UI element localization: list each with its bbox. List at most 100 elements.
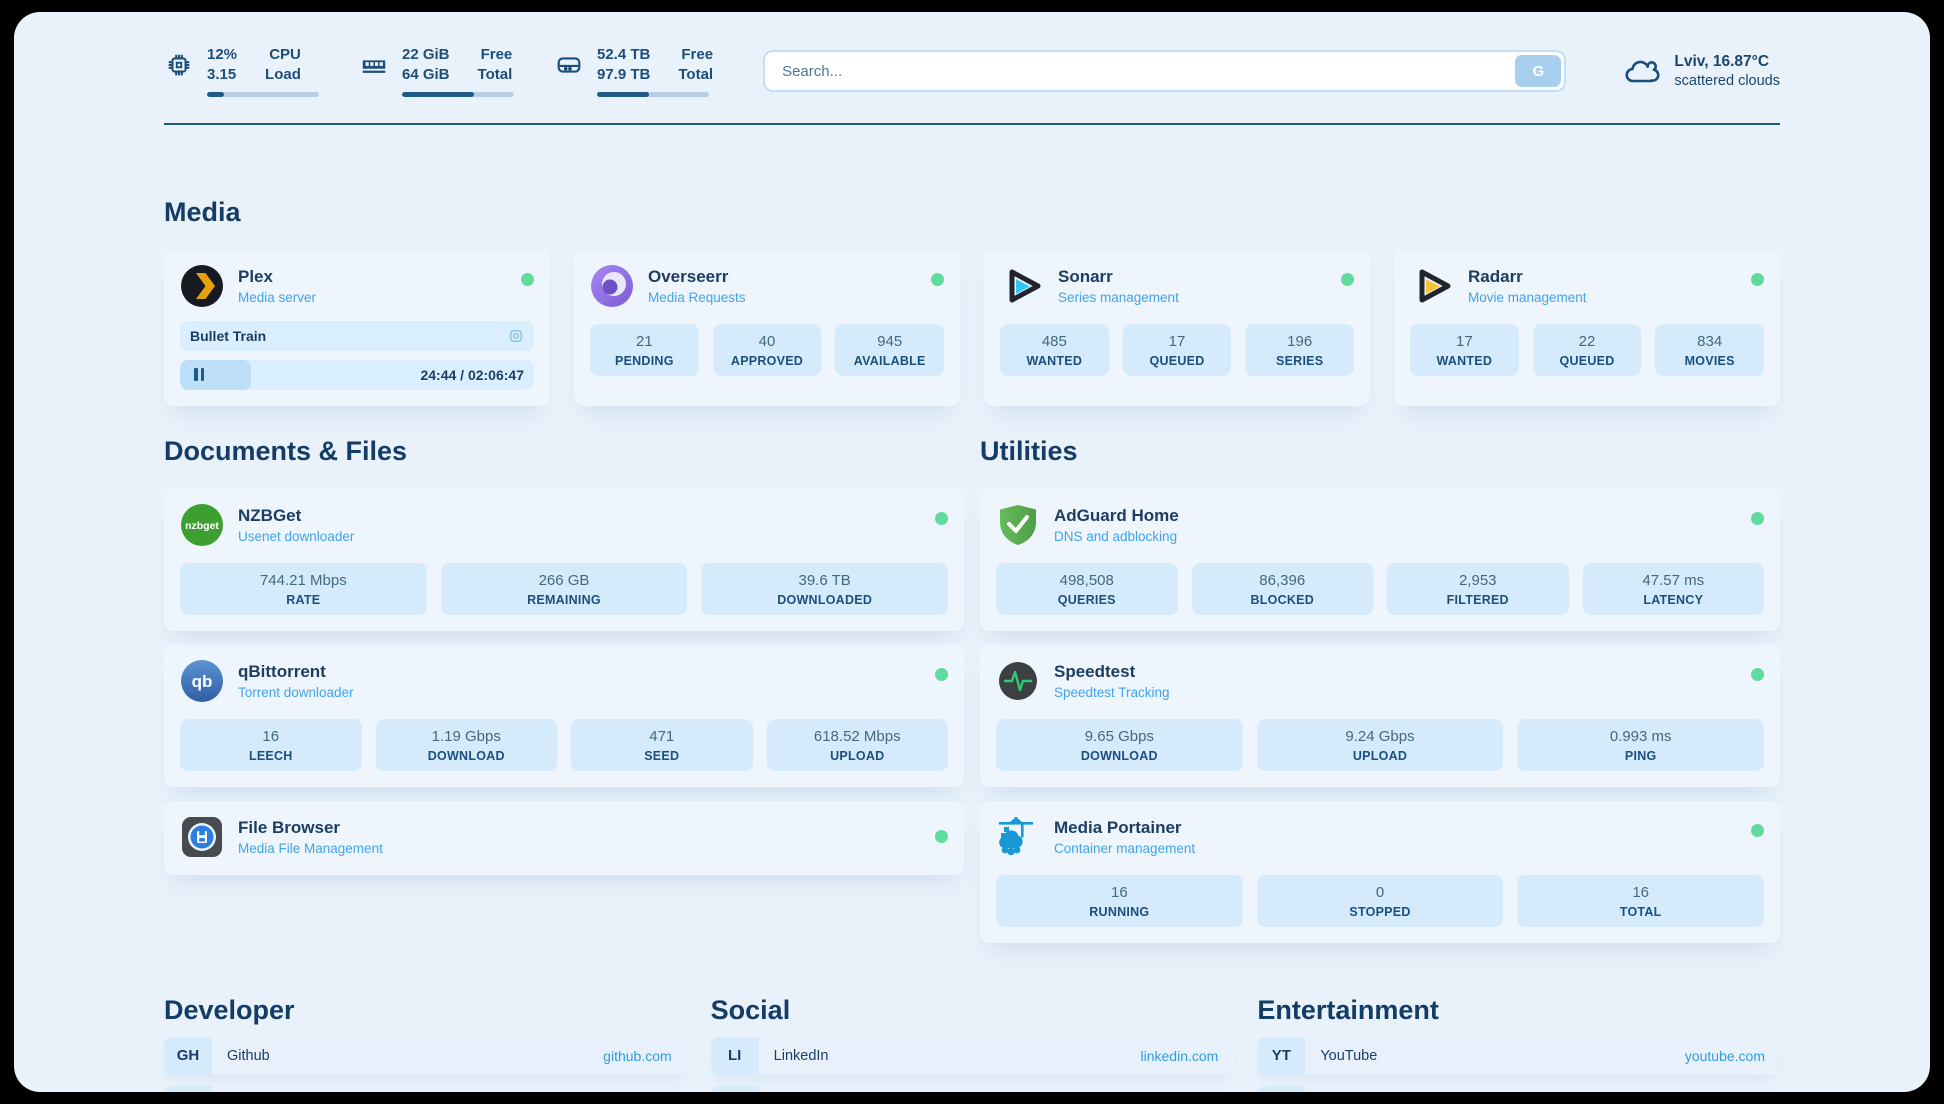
app-subtitle: DNS and adblocking [1054, 529, 1179, 544]
radarr-icon [1410, 264, 1454, 308]
now-playing-title: Bullet Train [190, 328, 266, 344]
status-dot [1751, 668, 1764, 681]
weather-location-temp: Lviv, 16.87°C [1674, 53, 1780, 71]
disk-icon [554, 50, 584, 80]
stat-queued: 17 QUEUED [1123, 324, 1232, 376]
speedtest-icon [996, 659, 1040, 703]
link-name: Github [227, 1048, 270, 1064]
weather-widget[interactable]: Lviv, 16.87°C scattered clouds [1624, 53, 1780, 89]
stat-latency: 47.57 ms LATENCY [1583, 563, 1765, 615]
app-title: qBittorrent [238, 662, 354, 682]
stat-queries: 498,508 QUERIES [996, 563, 1178, 615]
app-subtitle: Usenet downloader [238, 529, 354, 544]
stat-downloaded: 39.6 TB DOWNLOADED [701, 563, 948, 615]
status-dot [521, 273, 534, 286]
card-filebrowser[interactable]: File Browser Media File Management [164, 801, 964, 875]
social-column: Social LI LinkedIn linkedin.com TW Twitt… [711, 995, 1234, 1093]
status-dot [935, 668, 948, 681]
cpu-usage: 12% [207, 46, 237, 65]
link-tag: NF [1257, 1086, 1305, 1093]
stat-upload: 9.24 Gbps UPLOAD [1257, 719, 1504, 771]
app-title: Plex [238, 267, 316, 287]
stat-remaining: 266 GB REMAINING [441, 563, 688, 615]
disk-free: 52.4 TB [597, 46, 650, 65]
link-tag: SO [164, 1086, 212, 1093]
pause-icon[interactable] [194, 368, 204, 381]
documents-column: Documents & Files nzbget [164, 436, 964, 943]
now-playing-row: Bullet Train [180, 321, 534, 351]
status-dot [1341, 273, 1354, 286]
link-url: youtube.com [1685, 1048, 1765, 1064]
card-sonarr[interactable]: Sonarr Series management 485 WANTED 17 Q… [984, 250, 1370, 406]
session-view-icon[interactable] [508, 328, 524, 344]
section-title-media: Media [164, 197, 1780, 228]
stat-queued: 22 QUEUED [1533, 324, 1642, 376]
card-portainer[interactable]: Media Portainer Container management 16 … [980, 801, 1780, 943]
app-title: File Browser [238, 818, 383, 838]
app-subtitle: Series management [1058, 290, 1179, 305]
ram-free: 22 GiB [402, 46, 450, 65]
card-adguard[interactable]: AdGuard Home DNS and adblocking 498,508 … [980, 489, 1780, 631]
link-twitter[interactable]: TW Twitter twitter.com [711, 1086, 1234, 1093]
app-title: Radarr [1468, 267, 1587, 287]
svg-text:qb: qb [192, 672, 213, 691]
section-title-utilities: Utilities [980, 436, 1780, 467]
cloud-icon [1624, 56, 1660, 86]
app-subtitle: Container management [1054, 841, 1195, 856]
status-dot [1751, 512, 1764, 525]
filebrowser-icon [180, 815, 224, 859]
app-subtitle: Media File Management [238, 841, 383, 856]
link-netflix[interactable]: NF Netflix netflix.com [1257, 1086, 1780, 1093]
link-linkedin[interactable]: LI LinkedIn linkedin.com [711, 1037, 1234, 1075]
app-subtitle: Movie management [1468, 290, 1587, 305]
status-dot [1751, 273, 1764, 286]
section-title-entertainment: Entertainment [1257, 995, 1780, 1026]
link-tag: LI [711, 1037, 759, 1075]
cpu-load: 3.15 [207, 66, 237, 85]
header-divider [164, 123, 1780, 125]
stat-running: 16 RUNNING [996, 875, 1243, 927]
media-card-grid: Plex Media server Bullet Train [164, 250, 1780, 406]
search-input[interactable] [765, 52, 1512, 90]
disk-stat: 52.4 TB Free 97.9 TB Total [554, 46, 713, 97]
ram-icon [359, 50, 389, 80]
developer-column: Developer GH Github github.com SO StackO… [164, 995, 687, 1093]
stat-total: 16 TOTAL [1517, 875, 1764, 927]
link-tag: GH [164, 1037, 212, 1075]
link-github[interactable]: GH Github github.com [164, 1037, 687, 1075]
disk-total: 97.9 TB [597, 66, 650, 85]
stat-ping: 0.993 ms PING [1517, 719, 1764, 771]
header: 12% CPU 3.15 Load [164, 12, 1780, 97]
link-url: linkedin.com [1141, 1048, 1219, 1064]
playback-progress-row[interactable]: 24:44 / 02:06:47 [180, 360, 534, 390]
overseerr-icon [590, 264, 634, 308]
link-youtube[interactable]: YT YouTube youtube.com [1257, 1037, 1780, 1075]
cpu-icon [164, 50, 194, 80]
card-plex[interactable]: Plex Media server Bullet Train [164, 250, 550, 406]
link-tag: TW [711, 1086, 759, 1093]
app-subtitle: Torrent downloader [238, 685, 354, 700]
stat-leech: 16 LEECH [180, 719, 362, 771]
ram-progress [402, 92, 514, 97]
link-stackoverflow[interactable]: SO StackOverflow stackoverflow.com [164, 1086, 687, 1093]
cpu-stat: 12% CPU 3.15 Load [164, 46, 319, 97]
link-url: github.com [603, 1048, 671, 1064]
card-radarr[interactable]: Radarr Movie management 17 WANTED 22 QUE… [1394, 250, 1780, 406]
app-title: Overseerr [648, 267, 746, 287]
status-dot [931, 273, 944, 286]
dashboard-page: 12% CPU 3.15 Load [14, 12, 1930, 1092]
playback-time: 24:44 / 02:06:47 [420, 367, 524, 383]
search-engine-button[interactable]: G [1515, 55, 1561, 87]
card-speedtest[interactable]: Speedtest Speedtest Tracking 9.65 Gbps D… [980, 645, 1780, 787]
app-title: Media Portainer [1054, 818, 1195, 838]
card-overseerr[interactable]: Overseerr Media Requests 21 PENDING 40 A… [574, 250, 960, 406]
app-title: AdGuard Home [1054, 506, 1179, 526]
card-nzbget[interactable]: nzbget NZBGet Usenet downloader 74 [164, 489, 964, 631]
stat-download: 1.19 Gbps DOWNLOAD [376, 719, 558, 771]
card-qbittorrent[interactable]: qb qBittorrent Torrent downloader [164, 645, 964, 787]
entertainment-column: Entertainment YT YouTube youtube.com NF … [1257, 995, 1780, 1093]
stat-wanted: 485 WANTED [1000, 324, 1109, 376]
status-dot [935, 512, 948, 525]
plex-icon [180, 264, 224, 308]
status-dot [1751, 824, 1764, 837]
